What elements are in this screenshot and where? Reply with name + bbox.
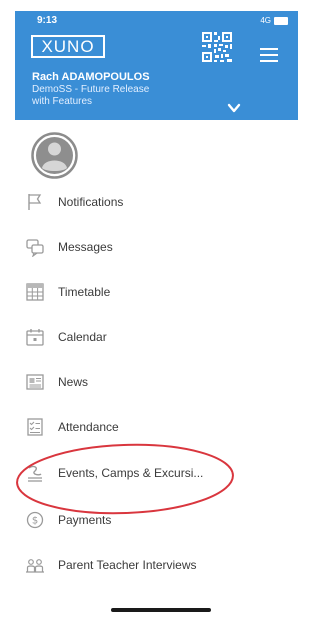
flag-icon [28, 194, 42, 210]
signal-label: 4G [260, 16, 271, 25]
menu-item-label: Attendance [58, 420, 119, 434]
school-line-1: DemoSS - Future Release [32, 84, 150, 95]
qr-code-icon[interactable] [201, 31, 233, 63]
menu-item-label: Calendar [58, 330, 107, 344]
menu-item-timetable[interactable]: Timetable [25, 277, 110, 307]
hamburger-menu-icon[interactable] [260, 48, 278, 62]
chevron-down-icon[interactable] [227, 101, 241, 115]
menu-item-label: Timetable [58, 285, 111, 299]
hamburger-line [260, 54, 278, 56]
battery-icon [274, 16, 288, 25]
chat-icon [26, 239, 44, 257]
menu-item-parent-teacher-interviews[interactable]: Parent Teacher Interviews [25, 550, 197, 580]
hamburger-line [260, 48, 278, 50]
highlight-ring [16, 443, 234, 515]
svg-text:$: $ [32, 516, 38, 527]
menu-item-label: Parent Teacher Interviews [58, 558, 197, 572]
status-time: 9:13 [37, 15, 58, 26]
school-name: DemoSS - Future Release with Features [32, 84, 217, 108]
calendar-icon [26, 329, 44, 346]
menu-item-label: News [58, 375, 89, 389]
app-header: 9:13 4G XUNO Rach ADAMOPOULOS DemoSS - F… [15, 11, 298, 120]
xuno-logo: XUNO [31, 35, 105, 58]
attendance-icon [27, 418, 43, 436]
menu-item-notifications[interactable]: Notifications [25, 187, 123, 217]
newspaper-icon [26, 374, 44, 390]
menu-item-label: Messages [58, 240, 113, 254]
menu-item-label: Notifications [58, 195, 124, 209]
menu-item-calendar[interactable]: Calendar [25, 322, 107, 352]
menu-item-messages[interactable]: Messages [25, 232, 113, 262]
menu-item-news[interactable]: News [25, 367, 88, 397]
home-indicator[interactable] [111, 608, 211, 612]
people-icon [26, 559, 44, 573]
status-icons: 4G [260, 16, 288, 25]
user-name: Rach ADAMOPOULOS [32, 71, 150, 83]
hamburger-line [260, 60, 278, 62]
school-line-2: with Features [32, 96, 93, 107]
avatar[interactable] [31, 132, 78, 179]
menu-item-attendance[interactable]: Attendance [25, 412, 119, 442]
grid-icon [26, 283, 44, 301]
